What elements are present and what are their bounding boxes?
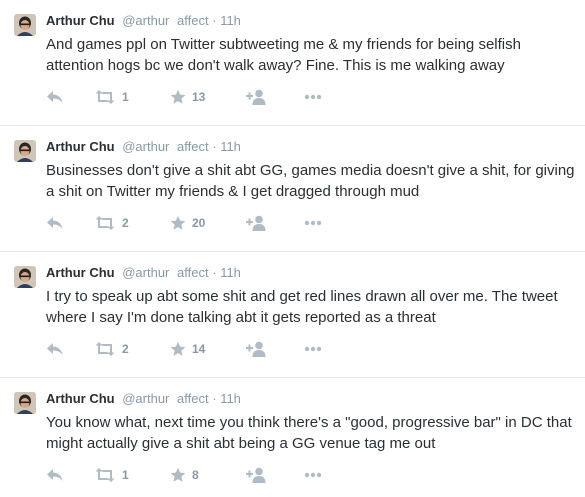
- more-icon: [304, 94, 322, 100]
- tweet-feed: Arthur Chu @arthur affect · 11h And game…: [0, 0, 585, 497]
- avatar[interactable]: [14, 140, 36, 162]
- tweet: Arthur Chu @arthur affect · 11h And game…: [0, 0, 585, 126]
- more-button[interactable]: [304, 340, 322, 358]
- retweet-count: 2: [122, 342, 129, 356]
- separator-dot: ·: [212, 13, 217, 28]
- favorite-button[interactable]: 14: [170, 340, 205, 358]
- follow-button[interactable]: [246, 88, 266, 106]
- more-button[interactable]: [304, 466, 322, 484]
- tweet-text: I try to speak up abt some shit and get …: [46, 288, 558, 326]
- tweet-text: And games ppl on Twitter subtweeting me …: [46, 36, 521, 74]
- retweet-icon: [95, 216, 115, 230]
- tweet-text: You know what, next time you think there…: [46, 414, 572, 452]
- star-icon: [170, 341, 186, 356]
- more-icon: [304, 346, 322, 352]
- follow-icon: [246, 341, 266, 357]
- tweet-actions: 2 14: [46, 340, 346, 358]
- tweet-actions: 1 13: [46, 88, 346, 106]
- author-name[interactable]: Arthur Chu: [46, 265, 115, 280]
- tweet-header: Arthur Chu @arthur affect · 11h: [46, 265, 241, 281]
- author-handle[interactable]: @arthur: [122, 13, 169, 28]
- retweet-icon: [95, 90, 115, 104]
- retweet-count: 1: [122, 90, 129, 104]
- reply-icon: [47, 217, 63, 229]
- timestamp[interactable]: 11h: [220, 391, 241, 406]
- retweet-button[interactable]: 2: [94, 214, 129, 232]
- more-icon: [304, 472, 322, 478]
- retweet-icon: [95, 342, 115, 356]
- timestamp[interactable]: 11h: [220, 265, 241, 280]
- reply-button[interactable]: [46, 88, 64, 106]
- tweet-header: Arthur Chu @arthur affect · 11h: [46, 139, 241, 155]
- separator-dot: ·: [212, 139, 217, 154]
- reply-icon: [47, 91, 63, 103]
- avatar[interactable]: [14, 14, 36, 36]
- author-handle[interactable]: @arthur: [122, 139, 169, 154]
- timestamp[interactable]: 11h: [220, 13, 241, 28]
- timestamp[interactable]: 11h: [220, 139, 241, 154]
- author-name[interactable]: Arthur Chu: [46, 13, 115, 28]
- follow-button[interactable]: [246, 340, 266, 358]
- tweet-header: Arthur Chu @arthur affect · 11h: [46, 391, 241, 407]
- author-name[interactable]: Arthur Chu: [46, 139, 115, 154]
- star-icon: [170, 467, 186, 482]
- retweet-icon: [95, 468, 115, 482]
- favorite-count: 14: [192, 342, 206, 356]
- favorite-button[interactable]: 13: [170, 88, 205, 106]
- tweet: Arthur Chu @arthur affect · 11h You know…: [0, 378, 585, 497]
- list-label: affect: [177, 139, 209, 154]
- star-icon: [170, 215, 186, 230]
- list-label: affect: [177, 13, 209, 28]
- tweet-text: Businesses don't give a shit abt GG, gam…: [46, 162, 575, 200]
- star-icon: [170, 89, 186, 104]
- more-icon: [304, 220, 322, 226]
- tweet-header: Arthur Chu @arthur affect · 11h: [46, 13, 241, 29]
- favorite-button[interactable]: 8: [170, 466, 199, 484]
- retweet-count: 1: [122, 468, 129, 482]
- tweet: Arthur Chu @arthur affect · 11h Business…: [0, 126, 585, 252]
- reply-icon: [47, 343, 63, 355]
- retweet-button[interactable]: 2: [94, 340, 129, 358]
- follow-icon: [246, 215, 266, 231]
- follow-icon: [246, 89, 266, 105]
- retweet-button[interactable]: 1: [94, 88, 129, 106]
- favorite-button[interactable]: 20: [170, 214, 205, 232]
- tweet-actions: 2 20: [46, 214, 346, 232]
- reply-icon: [47, 469, 63, 481]
- tweet: Arthur Chu @arthur affect · 11h I try to…: [0, 252, 585, 378]
- follow-icon: [246, 467, 266, 483]
- author-handle[interactable]: @arthur: [122, 265, 169, 280]
- reply-button[interactable]: [46, 214, 64, 232]
- avatar[interactable]: [14, 266, 36, 288]
- favorite-count: 8: [192, 468, 199, 482]
- favorite-count: 13: [192, 90, 206, 104]
- reply-button[interactable]: [46, 466, 64, 484]
- more-button[interactable]: [304, 88, 322, 106]
- more-button[interactable]: [304, 214, 322, 232]
- follow-button[interactable]: [246, 466, 266, 484]
- reply-button[interactable]: [46, 340, 64, 358]
- author-handle[interactable]: @arthur: [122, 391, 169, 406]
- list-label: affect: [177, 265, 209, 280]
- separator-dot: ·: [212, 391, 217, 406]
- author-name[interactable]: Arthur Chu: [46, 391, 115, 406]
- tweet-actions: 1 8: [46, 466, 346, 484]
- avatar[interactable]: [14, 392, 36, 414]
- retweet-button[interactable]: 1: [94, 466, 129, 484]
- follow-button[interactable]: [246, 214, 266, 232]
- favorite-count: 20: [192, 216, 206, 230]
- separator-dot: ·: [212, 265, 217, 280]
- list-label: affect: [177, 391, 209, 406]
- retweet-count: 2: [122, 216, 129, 230]
